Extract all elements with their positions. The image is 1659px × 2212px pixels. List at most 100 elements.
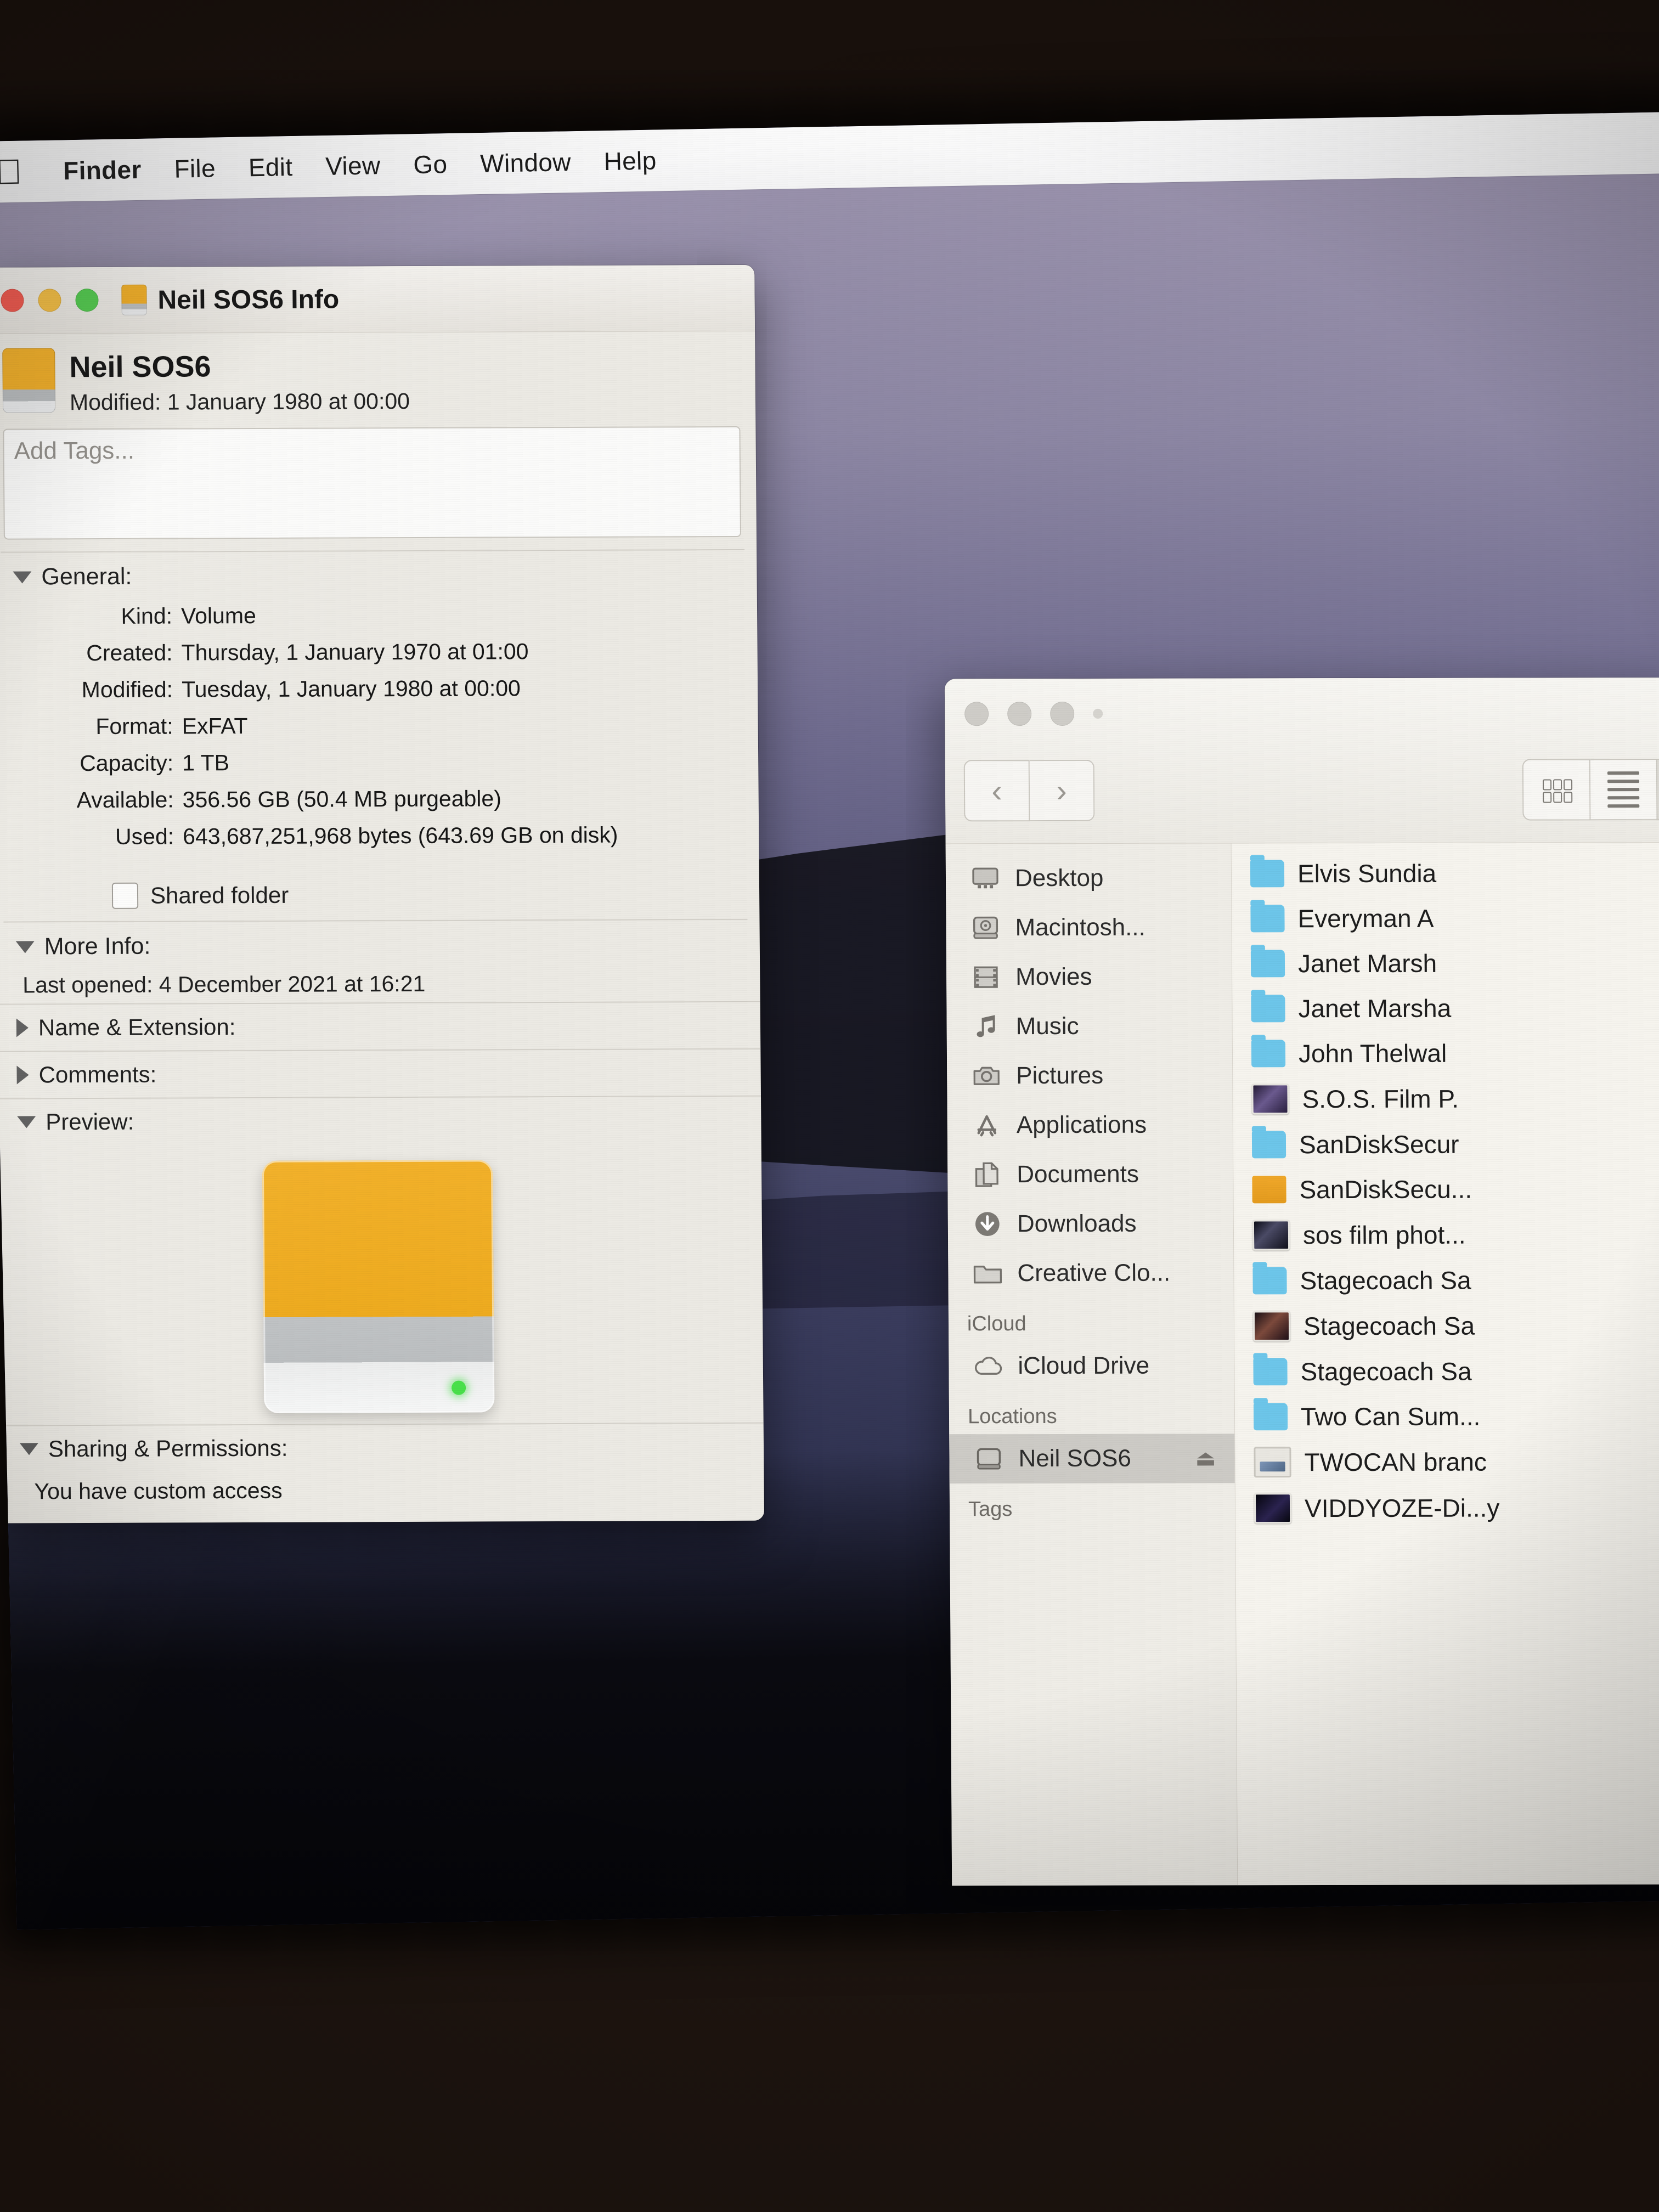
table-row[interactable]: VIDDYOZE-Di...y [1235,1485,1659,1531]
disclosure-triangle-right-icon[interactable] [16,1018,29,1037]
volume-modified-summary: Modified: 1 January 1980 at 00:00 [69,388,410,415]
finder-window-controls[interactable] [964,701,1103,726]
table-row[interactable]: Janet Marsh [1232,940,1659,986]
menu-item-help[interactable]: Help [587,145,673,177]
menu-item-file[interactable]: File [157,153,232,184]
menu-item-view[interactable]: View [309,150,397,182]
table-row[interactable]: Two Can Sum... [1235,1393,1659,1439]
get-info-window[interactable]: Neil SOS6 Info Neil SOS6 Modified: 1 Jan… [0,264,765,1523]
minimise-button[interactable] [1007,702,1032,726]
eject-icon[interactable]: ⏏ [1195,1446,1216,1471]
general-section-header[interactable]: General: [0,550,757,595]
table-row[interactable]: S.O.S. Film P. [1233,1075,1659,1122]
sidebar-item-desktop[interactable]: Desktop [946,853,1232,903]
table-row[interactable]: Stagecoach Sa [1234,1302,1659,1349]
disclosure-triangle-down-icon[interactable] [17,1116,36,1128]
sidebar-item-label: Applications [1016,1111,1147,1139]
table-row[interactable]: Stagecoach Sa [1234,1257,1659,1303]
menu-item-finder[interactable]: Finder [47,154,159,186]
shared-folder-row[interactable]: Shared folder [111,881,759,910]
detail-key: Kind: [121,603,173,629]
table-row[interactable]: Everyman A [1232,895,1659,941]
folder-icon [1251,1131,1286,1159]
finder-file-list[interactable]: Elvis Sundia Everyman A Janet Marsh Jane… [1231,843,1659,1886]
name-extension-section-header[interactable]: Name & Extension: [0,1001,761,1051]
table-row[interactable]: John Thelwal [1233,1030,1659,1076]
finder-sidebar[interactable]: Desktop Macintosh... Movies Music Pictur… [945,843,1238,1886]
menu-item-window[interactable]: Window [464,147,588,179]
forward-button[interactable]: › [1029,759,1095,822]
sidebar-item-neil-sos6[interactable]: Neil SOS6 ⏏ [949,1434,1235,1484]
shared-folder-checkbox[interactable] [111,882,139,910]
close-button[interactable] [964,702,989,726]
image-thumbnail-icon [1254,1493,1292,1524]
sharing-heading: Sharing & Permissions: [48,1435,288,1462]
table-row[interactable]: Janet Marsha [1232,985,1659,1031]
sidebar-item-macintosh-hd[interactable]: Macintosh... [946,902,1232,952]
sidebar-item-movies[interactable]: Movies [946,952,1232,1002]
file-name: Stagecoach Sa [1300,1357,1472,1386]
table-row[interactable]: SanDiskSecur [1233,1121,1659,1167]
mac-screen:  Finder File Edit View Go Window Help ‹… [0,111,1659,1930]
file-name: TWOCAN branc [1304,1447,1487,1477]
comments-section-header[interactable]: Comments: [0,1048,761,1098]
sidebar-item-icloud-drive[interactable]: iCloud Drive [949,1341,1234,1391]
table-row[interactable]: TWOCAN branc [1235,1438,1659,1485]
sidebar-item-applications[interactable]: Applications [947,1100,1233,1150]
minimise-button[interactable] [38,289,61,312]
navigation-buttons[interactable]: ‹ › [963,759,1095,822]
folder-icon [1251,1040,1286,1068]
file-name: Elvis Sundia [1297,859,1437,888]
maximise-button[interactable] [1050,701,1075,726]
table-row[interactable]: SanDiskSecu... [1233,1166,1659,1212]
sidebar-item-downloads[interactable]: Downloads [948,1199,1234,1249]
photograph-of-screen:  Finder File Edit View Go Window Help ‹… [0,0,1659,2212]
table-row[interactable]: Stagecoach Sa [1234,1348,1659,1394]
apple-logo-icon[interactable]:  [0,151,26,192]
detail-row: Capacity: 1 TB [9,747,740,777]
info-header: Neil SOS6 Modified: 1 January 1980 at 00… [0,331,755,421]
image-thumbnail-icon [1252,1311,1291,1342]
sidebar-item-label: Movies [1015,963,1092,991]
application-icon [1252,1176,1286,1204]
finder-browser-window[interactable]: ‹ › Desktop Macintosh... Movies Music Pi… [944,678,1659,1886]
sidebar-item-label: iCloud Drive [1018,1352,1150,1380]
download-icon [972,1209,1003,1239]
comments-heading: Comments: [38,1061,157,1088]
info-titlebar: Neil SOS6 Info [0,264,755,334]
table-row[interactable]: Elvis Sundia [1232,850,1659,896]
music-note-icon [970,1011,1001,1042]
file-name: John Thelwal [1298,1039,1447,1068]
table-row[interactable]: sos film phot... [1234,1211,1659,1258]
list-view-button[interactable] [1590,759,1658,821]
sharing-permissions-section-header[interactable]: Sharing & Permissions: [0,1422,764,1472]
folder-icon [972,1258,1003,1289]
preview-section-header[interactable]: Preview: [0,1095,761,1146]
window-title: Neil SOS6 Info [157,285,340,315]
detail-row: Created: Thursday, 1 January 1970 at 01:0… [8,637,738,667]
disclosure-triangle-right-icon[interactable] [16,1065,29,1085]
more-info-section-header[interactable]: More Info: [0,920,760,965]
menu-item-go[interactable]: Go [397,149,464,180]
sidebar-item-pictures[interactable]: Pictures [947,1051,1233,1101]
document-icon [1254,1447,1291,1478]
view-mode-segmented-control[interactable] [1522,758,1659,821]
folder-icon [1251,995,1285,1023]
finder-body: Desktop Macintosh... Movies Music Pictur… [945,843,1659,1886]
close-button[interactable] [1,289,24,312]
menu-item-edit[interactable]: Edit [232,151,309,182]
sidebar-item-music[interactable]: Music [946,1001,1232,1051]
file-name: Stagecoach Sa [1300,1266,1471,1295]
icon-view-button[interactable] [1522,759,1591,821]
folder-icon [1250,860,1285,888]
maximise-button[interactable] [75,289,99,312]
sidebar-item-documents[interactable]: Documents [947,1149,1233,1199]
back-button[interactable]: ‹ [963,760,1030,822]
add-tags-field[interactable]: Add Tags... [3,426,741,540]
file-name: Everyman A [1297,904,1434,933]
disclosure-triangle-down-icon[interactable] [13,571,32,584]
disclosure-triangle-down-icon[interactable] [19,1443,39,1455]
info-window-controls[interactable] [1,289,99,312]
disclosure-triangle-down-icon[interactable] [15,941,35,953]
sidebar-item-creative-cloud[interactable]: Creative Clo... [948,1248,1234,1298]
